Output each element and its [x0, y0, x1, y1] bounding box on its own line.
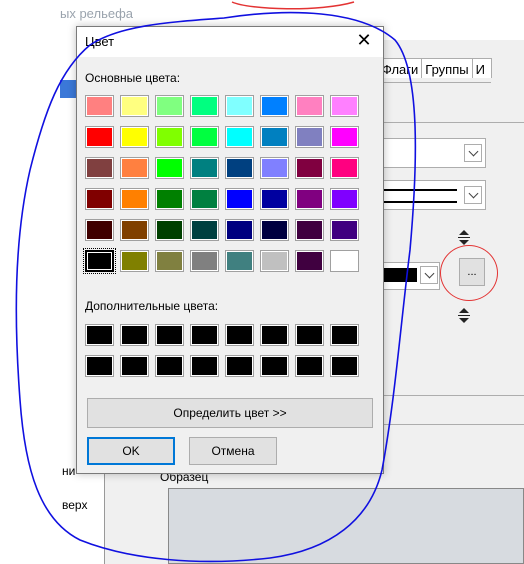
tab-groups[interactable]: Группы	[421, 58, 473, 78]
color-swatch[interactable]	[260, 188, 289, 210]
color-swatch[interactable]	[155, 355, 184, 377]
color-swatch[interactable]	[190, 219, 219, 241]
basic-colors-grid	[83, 95, 359, 274]
color-swatch[interactable]	[120, 250, 149, 272]
basic-colors-label: Основные цвета:	[85, 71, 181, 85]
color-swatch[interactable]	[260, 95, 289, 117]
dialog-titlebar[interactable]: Цвет ✕	[77, 27, 383, 57]
tab-partial[interactable]: И	[471, 58, 492, 78]
color-swatch[interactable]	[330, 250, 359, 272]
background-field	[380, 395, 524, 425]
background-label: верх	[62, 498, 88, 512]
color-swatch[interactable]	[225, 95, 254, 117]
color-swatch[interactable]	[190, 188, 219, 210]
red-annotation-circle	[440, 245, 498, 301]
color-swatch[interactable]	[120, 219, 149, 241]
background-frame	[104, 470, 153, 564]
color-swatch[interactable]	[85, 126, 114, 148]
color-swatch[interactable]	[190, 157, 219, 179]
color-swatch[interactable]	[330, 188, 359, 210]
color-swatch[interactable]	[85, 95, 114, 117]
color-swatch[interactable]	[260, 126, 289, 148]
background-combobox[interactable]	[380, 138, 486, 168]
ok-button[interactable]: OK	[87, 437, 175, 465]
define-custom-color-button[interactable]: Определить цвет >>	[87, 398, 373, 428]
color-swatch[interactable]	[295, 126, 324, 148]
color-swatch[interactable]	[155, 126, 184, 148]
color-swatch[interactable]	[330, 157, 359, 179]
color-swatch[interactable]	[330, 324, 359, 346]
color-swatch[interactable]	[295, 188, 324, 210]
color-swatch[interactable]	[155, 157, 184, 179]
background-tab-strip: Флаги Группы И	[378, 58, 492, 83]
color-swatch[interactable]	[190, 95, 219, 117]
color-swatch[interactable]	[155, 188, 184, 210]
color-swatch[interactable]	[295, 250, 324, 272]
spin-button[interactable]	[456, 306, 472, 326]
color-swatch[interactable]	[260, 324, 289, 346]
color-swatch[interactable]	[225, 324, 254, 346]
color-swatch[interactable]	[330, 126, 359, 148]
color-dialog: Цвет ✕ Основные цвета: Дополнительные цв…	[76, 26, 384, 474]
color-swatch[interactable]	[225, 355, 254, 377]
color-swatch[interactable]	[85, 157, 114, 179]
background-divider	[380, 122, 524, 123]
line-style-combobox[interactable]	[380, 180, 486, 210]
color-swatch[interactable]	[155, 95, 184, 117]
color-swatch[interactable]	[225, 219, 254, 241]
color-swatch[interactable]	[295, 95, 324, 117]
close-icon[interactable]: ✕	[353, 30, 375, 52]
color-swatch[interactable]	[330, 95, 359, 117]
current-color-swatch	[381, 268, 417, 282]
chevron-down-icon[interactable]	[420, 266, 438, 284]
color-swatch-selected[interactable]	[83, 248, 116, 274]
color-swatch[interactable]	[120, 355, 149, 377]
chevron-down-icon[interactable]	[464, 186, 482, 204]
color-swatch[interactable]	[295, 219, 324, 241]
color-swatch[interactable]	[85, 188, 114, 210]
color-swatch[interactable]	[260, 250, 289, 272]
color-swatch[interactable]	[120, 157, 149, 179]
color-swatch[interactable]	[120, 95, 149, 117]
color-combobox[interactable]	[380, 262, 440, 290]
color-swatch[interactable]	[225, 157, 254, 179]
color-swatch[interactable]	[225, 188, 254, 210]
color-swatch[interactable]	[120, 126, 149, 148]
color-swatch[interactable]	[85, 355, 114, 377]
color-swatch[interactable]	[260, 219, 289, 241]
chevron-down-icon[interactable]	[464, 144, 482, 162]
color-swatch[interactable]	[85, 219, 114, 241]
color-swatch[interactable]	[295, 355, 324, 377]
color-swatch[interactable]	[260, 157, 289, 179]
color-swatch[interactable]	[260, 355, 289, 377]
color-swatch[interactable]	[155, 219, 184, 241]
color-swatch[interactable]	[190, 126, 219, 148]
color-swatch[interactable]	[330, 355, 359, 377]
dialog-title: Цвет	[85, 34, 115, 49]
cancel-button[interactable]: Отмена	[189, 437, 277, 465]
custom-colors-grid	[85, 324, 359, 377]
color-swatch[interactable]	[190, 355, 219, 377]
background-label: ни	[62, 464, 76, 478]
color-swatch[interactable]	[190, 250, 219, 272]
background-window-title: ых рельефа	[60, 6, 133, 21]
color-swatch[interactable]	[120, 324, 149, 346]
line-style-sample	[383, 189, 457, 203]
sample-preview	[168, 488, 524, 564]
color-swatch[interactable]	[155, 324, 184, 346]
color-swatch[interactable]	[295, 157, 324, 179]
color-swatch[interactable]	[225, 126, 254, 148]
color-swatch[interactable]	[330, 219, 359, 241]
color-swatch[interactable]	[120, 188, 149, 210]
color-swatch[interactable]	[155, 250, 184, 272]
tab-flags[interactable]: Флаги	[378, 58, 423, 78]
color-swatch[interactable]	[190, 324, 219, 346]
color-swatch[interactable]	[85, 324, 114, 346]
custom-colors-label: Дополнительные цвета:	[85, 299, 219, 313]
color-swatch[interactable]	[225, 250, 254, 272]
color-swatch[interactable]	[295, 324, 324, 346]
